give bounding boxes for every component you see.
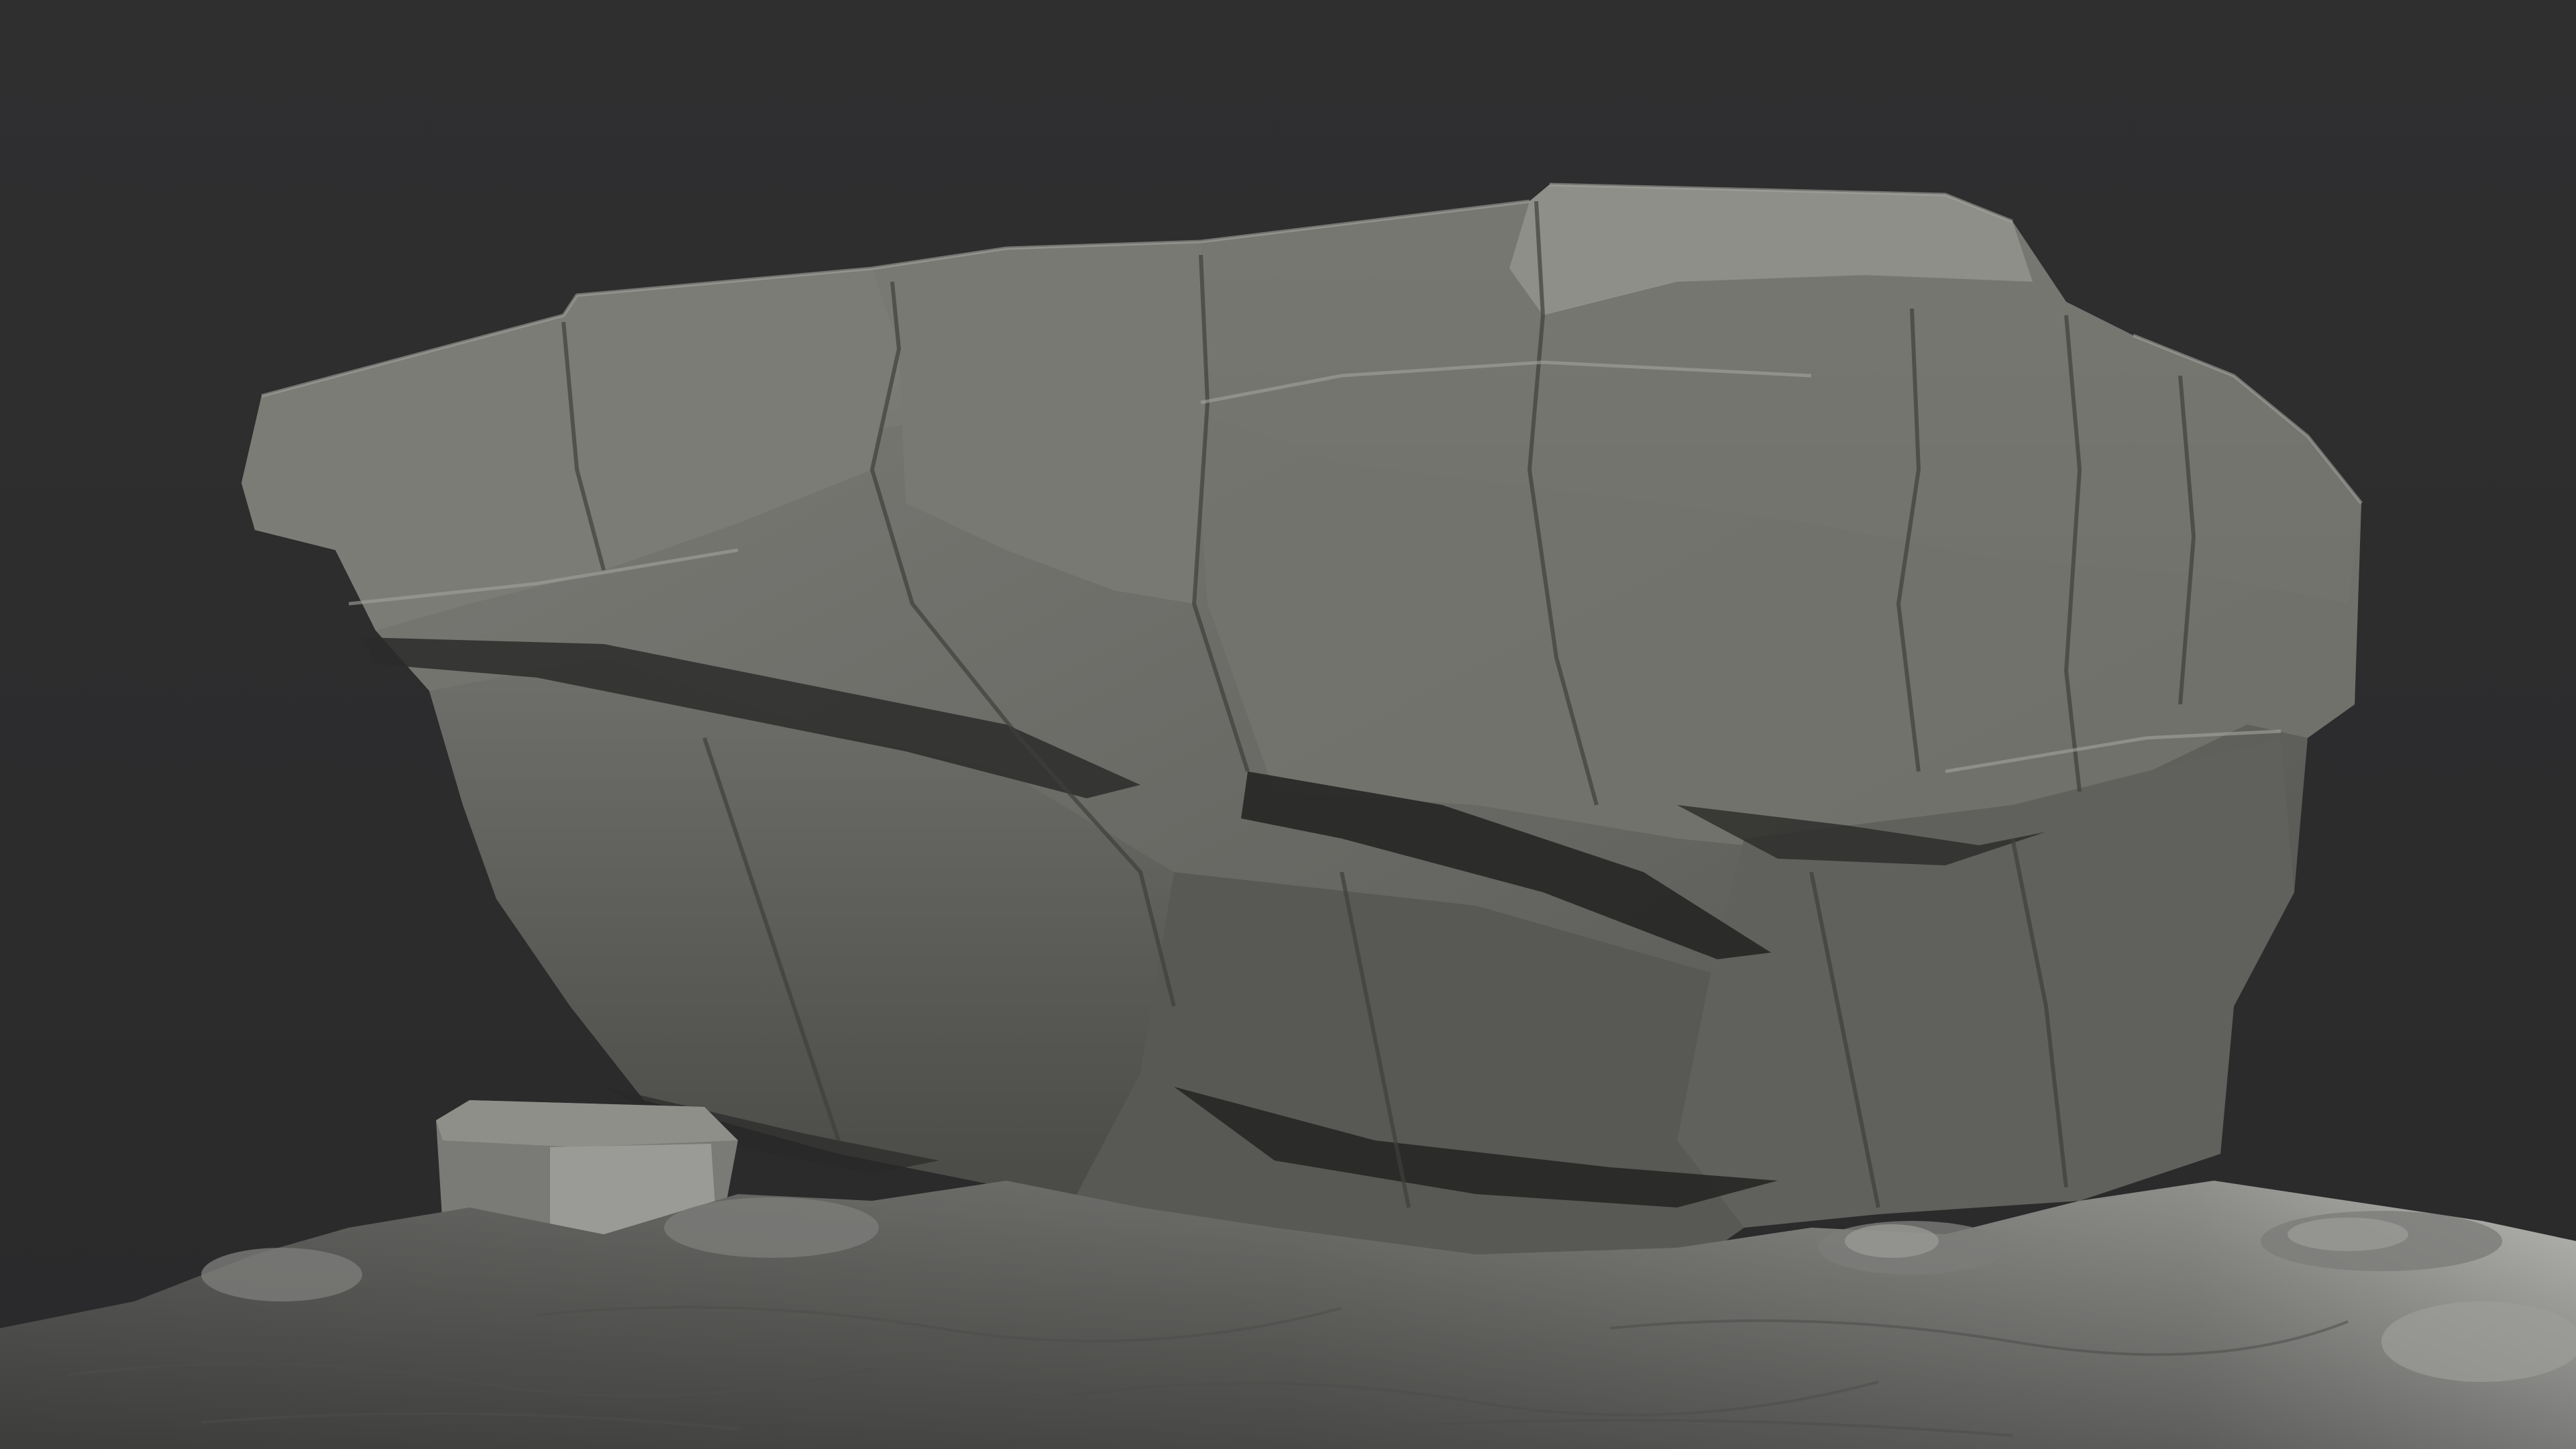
rock-render-viewport [0,0,2576,1449]
